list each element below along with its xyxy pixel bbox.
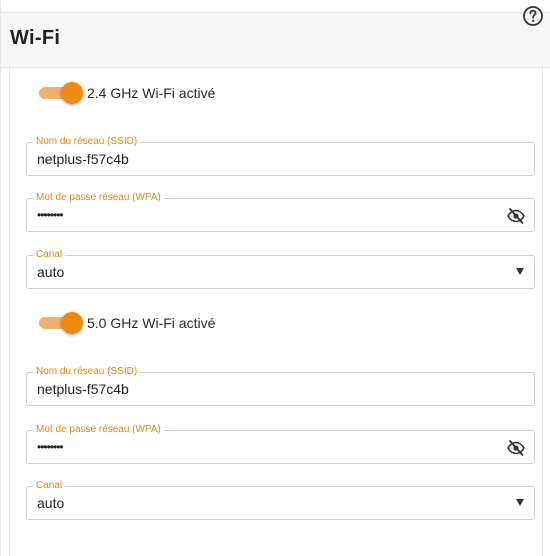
caret-down-icon [516, 268, 524, 275]
eye-off-icon[interactable] [506, 207, 526, 225]
channel-50-label: Canal [33, 479, 66, 493]
password-24-value: •••••••• [37, 208, 64, 222]
wifi-24-toggle-row: 2.4 GHz Wi-Fi activé [39, 81, 215, 105]
channel-24-value: auto [37, 264, 65, 280]
ssid-24-label: Nom du réseau (SSID) [33, 135, 141, 149]
channel-50-select[interactable]: Canal auto [26, 479, 535, 520]
wifi-settings-card: Wi-Fi 2.4 GHz Wi-Fi activé Nom du réseau… [0, 0, 550, 556]
help-circle-icon[interactable] [521, 4, 545, 28]
password-50-field[interactable]: Mot de passe réseau (WPA) •••••••• [26, 423, 535, 464]
ssid-50-label: Nom du réseau (SSID) [33, 365, 141, 379]
toggle-knob [61, 82, 83, 104]
toggle-knob [61, 312, 83, 334]
wifi-50-toggle-label: 5.0 GHz Wi-Fi activé [87, 315, 216, 331]
password-50-label: Mot de passe réseau (WPA) [33, 423, 164, 437]
page-title: Wi-Fi [10, 27, 61, 49]
channel-50-value: auto [37, 495, 65, 511]
wifi-50-toggle-row: 5.0 GHz Wi-Fi activé [39, 311, 215, 335]
ssid-50-field[interactable]: Nom du réseau (SSID) netplus-f57c4b [26, 365, 535, 406]
ssid-24-field[interactable]: Nom du réseau (SSID) netplus-f57c4b [26, 135, 535, 176]
channel-24-label: Canal [33, 248, 66, 262]
wifi-50-toggle[interactable] [39, 312, 83, 334]
ssid-24-value: netplus-f57c4b [37, 151, 129, 167]
password-24-label: Mot de passe réseau (WPA) [33, 191, 164, 205]
channel-24-select[interactable]: Canal auto [26, 248, 535, 289]
eye-off-icon[interactable] [506, 439, 526, 457]
card-header: Wi-Fi [1, 12, 550, 68]
ssid-50-value: netplus-f57c4b [37, 381, 129, 397]
password-50-value: •••••••• [37, 440, 64, 454]
wifi-24-toggle[interactable] [39, 82, 83, 104]
wifi-24-toggle-label: 2.4 GHz Wi-Fi activé [87, 85, 216, 101]
caret-down-icon [516, 499, 524, 506]
password-24-field[interactable]: Mot de passe réseau (WPA) •••••••• [26, 191, 535, 232]
